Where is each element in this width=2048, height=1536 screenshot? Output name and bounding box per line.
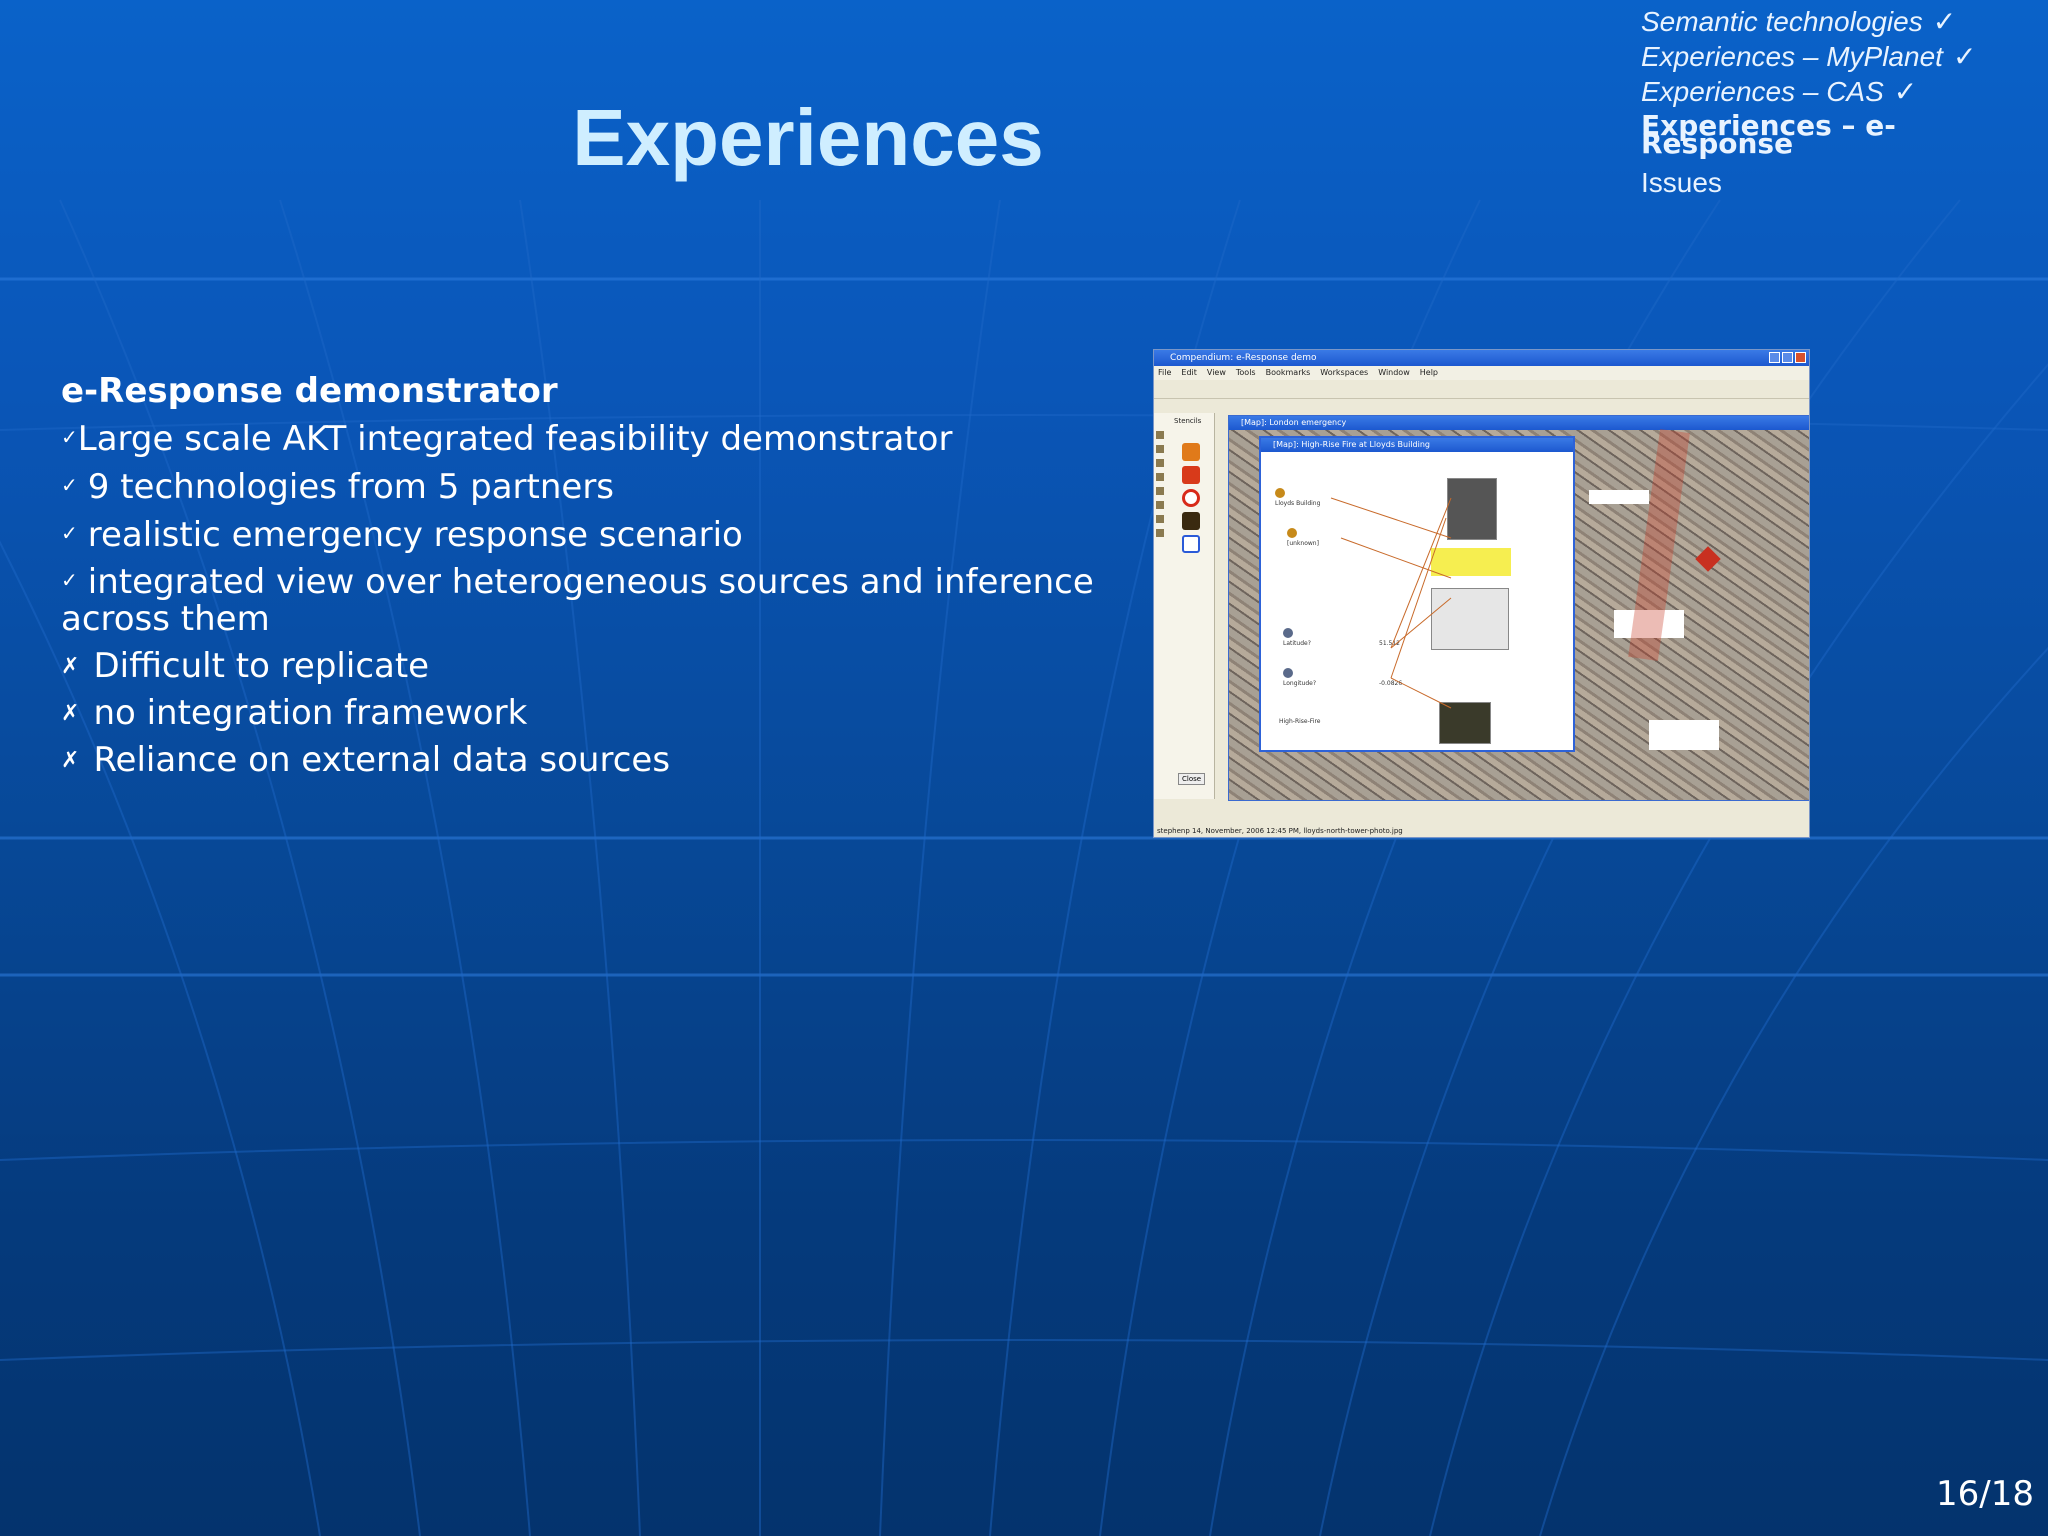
bullet-text: Reliance on external data sources [93,740,671,780]
section-navigation: Semantic technologies ✓ Experiences – MyP… [1641,4,2041,200]
check-icon: ✓ [61,473,78,497]
map-title: [Map]: London emergency [1241,418,1347,427]
node-latitude: Latitude? [1283,628,1311,647]
bullet-text: Large scale AKT integrated feasibility d… [77,419,953,459]
app-title: Compendium: e-Response demo [1170,353,1317,363]
map-window: [Map]: London emergency [Map]: High-Rise… [1228,415,1809,801]
menu-item: Bookmarks [1265,368,1311,377]
window-controls [1767,352,1806,369]
check-icon: ✓ [1952,41,1977,72]
bullet-text: 9 technologies from 5 partners [87,467,615,507]
maximize-icon [1782,352,1793,363]
cross-icon: ✗ [61,748,80,773]
bullet-item: ✗ Reliance on external data sources [61,737,1101,784]
menu-item: Tools [1235,368,1256,377]
menu-item: Edit [1181,368,1197,377]
bullet-item: ✓ 9 technologies from 5 partners [61,462,1101,510]
nav-item-e-response[interactable]: Experiences – e-Response [1641,109,1931,158]
minimize-icon [1769,352,1780,363]
bullet-text: Difficult to replicate [93,646,430,686]
nav-item-label: Experiences – MyPlanet [1641,41,1943,72]
menu-item: Workspaces [1320,368,1369,377]
check-icon: ✓ [61,521,78,545]
nav-item-label: Experiences – CAS [1641,76,1884,107]
inner-titlebar: [Map]: High-Rise Fire at Lloyds Building [1261,438,1573,452]
slide-body: e-Response demonstrator ✓Large scale AKT… [61,368,1101,784]
map-label-note [1589,490,1649,504]
bullet-text: realistic emergency response scenario [87,515,743,555]
node-links [1330,497,1452,709]
menu-item: Help [1419,368,1438,377]
no-entry-icon [1182,489,1200,507]
node-high-rise-fire: High-Rise-Fire [1279,718,1320,725]
inner-title: [Map]: High-Rise Fire at Lloyds Building [1273,440,1431,449]
first-aid-cross-icon [1182,466,1200,484]
node-label: Lloyds Building [1275,500,1321,507]
check-icon: ✓ [61,425,78,449]
bullet-item: ✓ integrated view over heterogeneous sour… [61,558,1101,643]
app-toolbar [1154,380,1809,399]
bullet-item: ✓Large scale AKT integrated feasibility … [61,414,1101,462]
menu-item: Window [1378,368,1410,377]
responders-icon [1182,512,1200,530]
e-response-demo-screenshot: Compendium: e-Response demo File Edit View… [1153,349,1810,838]
node-icon [1283,628,1293,638]
nav-item-issues[interactable]: Issues [1641,153,2041,200]
question-icon [1182,535,1200,553]
bullet-item: ✓ realistic emergency response scenario [61,510,1101,558]
node-longitude: Longitude? [1283,668,1316,687]
stencil-close-button: Close [1178,773,1206,785]
cross-icon: ✗ [61,701,80,726]
check-icon: ✓ [1932,6,1957,37]
close-icon [1795,352,1806,363]
nav-item-label: Semantic technologies [1641,6,1923,37]
nav-item-label: Issues [1641,167,1722,198]
tool-palette [1156,431,1166,551]
bullet-text: integrated view over heterogeneous sourc… [61,562,1094,639]
explosion-icon [1182,443,1200,461]
node-lloyds-building: Lloyds Building [1275,488,1320,507]
check-icon: ✓ [61,568,78,592]
map-label-note [1649,720,1719,750]
node-label: High-Rise-Fire [1279,718,1321,725]
app-titlebar: Compendium: e-Response demo [1154,350,1809,366]
node-icon [1283,668,1293,678]
bullet-item: ✗ Difficult to replicate [61,643,1101,690]
node-icon [1287,528,1297,538]
incident-map-window: [Map]: High-Rise Fire at Lloyds Building… [1259,436,1575,752]
bullet-text: no integration framework [93,693,528,733]
stencil-panel: Stencils Close [1154,413,1215,799]
node-unknown: [unknown] [1287,528,1319,547]
nav-item-cas[interactable]: Experiences – CAS ✓ [1641,74,2041,109]
menu-item: View [1206,368,1226,377]
node-label: Longitude? [1283,680,1317,687]
slide-title: Experiences [572,93,1044,182]
cross-icon: ✗ [61,654,80,679]
node-icon [1275,488,1285,498]
nav-item-myplanet[interactable]: Experiences – MyPlanet ✓ [1641,39,2041,74]
bullet-item: ✗ no integration framework [61,690,1101,737]
incident-marker-icon [1695,546,1721,572]
map-titlebar: [Map]: London emergency [1229,416,1809,430]
app-menubar: File Edit View Tools Bookmarks Workspaces Wind… [1154,366,1809,380]
menu-item: File [1158,368,1172,377]
stencil-tab: Stencils [1174,417,1202,425]
nav-item-semantic-technologies[interactable]: Semantic technologies ✓ [1641,4,2041,39]
check-icon: ✓ [1893,76,1918,107]
node-label: Latitude? [1283,640,1311,647]
section-heading: e-Response demonstrator [61,371,558,411]
app-status-bar: stephenp 14, November, 2006 12:45 PM, ll… [1154,825,1809,837]
node-label: [unknown] [1287,540,1319,547]
page-number: 16/18 [1936,1474,2034,1514]
